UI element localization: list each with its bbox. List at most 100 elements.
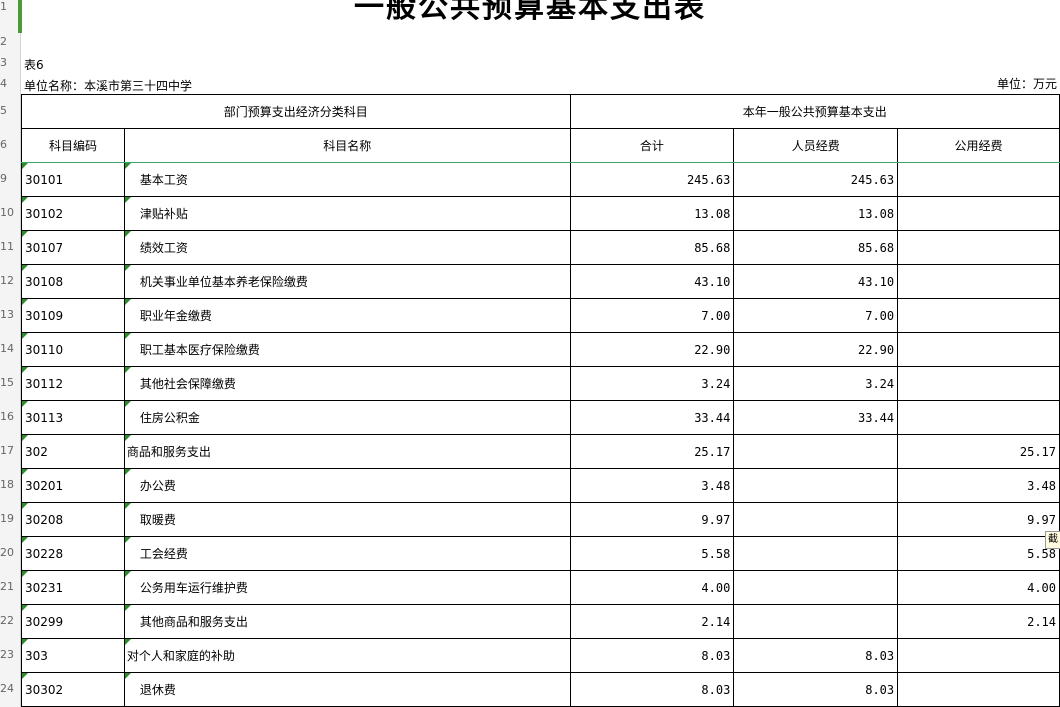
cell-personnel[interactable] [733,570,899,605]
cell-name[interactable]: 取暖费 [123,502,571,537]
cell-code[interactable]: 303 [21,638,125,673]
row-number[interactable]: 10 [0,206,14,220]
cell-public[interactable]: 25.17 [897,434,1060,469]
cell-total[interactable]: 9.97 [569,502,735,537]
cell-personnel[interactable]: 33.44 [733,400,899,435]
cell-name[interactable]: 职业年金缴费 [123,298,571,333]
cell-code[interactable]: 30102 [21,196,125,231]
cell-public[interactable] [897,196,1060,231]
cell-total[interactable]: 13.08 [569,196,735,231]
cell-code[interactable]: 302 [21,434,125,469]
cell-personnel[interactable] [733,604,899,639]
row-number[interactable]: 2 [0,35,14,49]
cell-public[interactable] [897,230,1060,265]
row-number[interactable]: 20 [0,546,14,560]
cell-public[interactable] [897,672,1060,707]
row-number[interactable]: 12 [0,274,14,288]
cell-total[interactable]: 25.17 [569,434,735,469]
cell-name[interactable]: 津贴补贴 [123,196,571,231]
cell-public[interactable]: 9.97 [897,502,1060,537]
cell-name[interactable]: 其他社会保障缴费 [123,366,571,401]
cell-total[interactable]: 4.00 [569,570,735,605]
header-personnel[interactable]: 人员经费 [733,128,899,163]
cell-code[interactable]: 30101 [21,162,125,197]
cell-code[interactable]: 30201 [21,468,125,503]
cell-personnel[interactable] [733,468,899,503]
cell-total[interactable]: 22.90 [569,332,735,367]
cell-name[interactable]: 商品和服务支出 [123,434,571,469]
row-number[interactable]: 23 [0,648,14,662]
cell-total[interactable]: 3.48 [569,468,735,503]
cell-personnel[interactable]: 7.00 [733,298,899,333]
cell-total[interactable]: 8.03 [569,672,735,707]
cell-code[interactable]: 30302 [21,672,125,707]
cell-total[interactable]: 3.24 [569,366,735,401]
cell-code[interactable]: 30228 [21,536,125,571]
cell-personnel[interactable]: 8.03 [733,672,899,707]
row-number[interactable]: 19 [0,512,14,526]
cell-public[interactable]: 3.48 [897,468,1060,503]
row-number[interactable]: 11 [0,240,14,254]
row-number[interactable]: 13 [0,308,14,322]
header-basic-expenditure[interactable]: 本年一般公共预算基本支出 [569,94,1060,129]
cell-public[interactable] [897,638,1060,673]
cell-total[interactable]: 33.44 [569,400,735,435]
cell-public[interactable] [897,366,1060,401]
cell-name[interactable]: 公务用车运行维护费 [123,570,571,605]
header-name[interactable]: 科目名称 [123,128,571,163]
cell-total[interactable]: 85.68 [569,230,735,265]
row-number[interactable]: 14 [0,342,14,356]
row-number[interactable]: 17 [0,444,14,458]
cell-public[interactable]: 4.00 [897,570,1060,605]
cell-total[interactable]: 245.63 [569,162,735,197]
cell-name[interactable]: 住房公积金 [123,400,571,435]
row-number[interactable]: 15 [0,376,14,390]
unit-label[interactable]: 单位：万元 [997,75,1057,92]
row-number[interactable]: 18 [0,478,14,492]
row-number[interactable]: 24 [0,682,14,696]
cell-code[interactable]: 30112 [21,366,125,401]
cell-name[interactable]: 基本工资 [123,162,571,197]
row-number[interactable]: 6 [0,138,14,152]
header-econ-classification[interactable]: 部门预算支出经济分类科目 [21,94,571,129]
cell-name[interactable]: 机关事业单位基本养老保险缴费 [123,264,571,299]
cell-name[interactable]: 其他商品和服务支出 [123,604,571,639]
cell-code[interactable]: 30109 [21,298,125,333]
cell-code[interactable]: 30113 [21,400,125,435]
row-number[interactable]: 3 [0,56,14,70]
row-number[interactable]: 5 [0,104,14,118]
cell-name[interactable]: 退休费 [123,672,571,707]
cell-name[interactable]: 绩效工资 [123,230,571,265]
cell-name[interactable]: 对个人和家庭的补助 [123,638,571,673]
cell-personnel[interactable]: 13.08 [733,196,899,231]
cell-code[interactable]: 30107 [21,230,125,265]
row-number[interactable]: 4 [0,77,14,91]
cell-public[interactable] [897,298,1060,333]
cell-personnel[interactable] [733,502,899,537]
cell-personnel[interactable]: 8.03 [733,638,899,673]
cell-total[interactable]: 8.03 [569,638,735,673]
unit-name[interactable]: 单位名称：本溪市第三十四中学 [24,77,192,94]
cell-personnel[interactable]: 85.68 [733,230,899,265]
row-number[interactable]: 22 [0,614,14,628]
cell-name[interactable]: 工会经费 [123,536,571,571]
table-number[interactable]: 表6 [24,56,44,73]
cell-public[interactable] [897,264,1060,299]
cell-total[interactable]: 5.58 [569,536,735,571]
cell-code[interactable]: 30208 [21,502,125,537]
cell-total[interactable]: 7.00 [569,298,735,333]
cell-code[interactable]: 30231 [21,570,125,605]
cell-public[interactable]: 5.58 [897,536,1060,571]
header-public[interactable]: 公用经费 [897,128,1060,163]
cell-personnel[interactable] [733,536,899,571]
cell-public[interactable] [897,400,1060,435]
cell-name[interactable]: 办公费 [123,468,571,503]
row-number[interactable]: 21 [0,580,14,594]
cell-personnel[interactable]: 3.24 [733,366,899,401]
cell-personnel[interactable]: 43.10 [733,264,899,299]
row-number[interactable]: 16 [0,410,14,424]
page-title[interactable]: 一般公共预算基本支出表 [0,0,1060,28]
cell-total[interactable]: 43.10 [569,264,735,299]
cell-total[interactable]: 2.14 [569,604,735,639]
cell-name[interactable]: 职工基本医疗保险缴费 [123,332,571,367]
